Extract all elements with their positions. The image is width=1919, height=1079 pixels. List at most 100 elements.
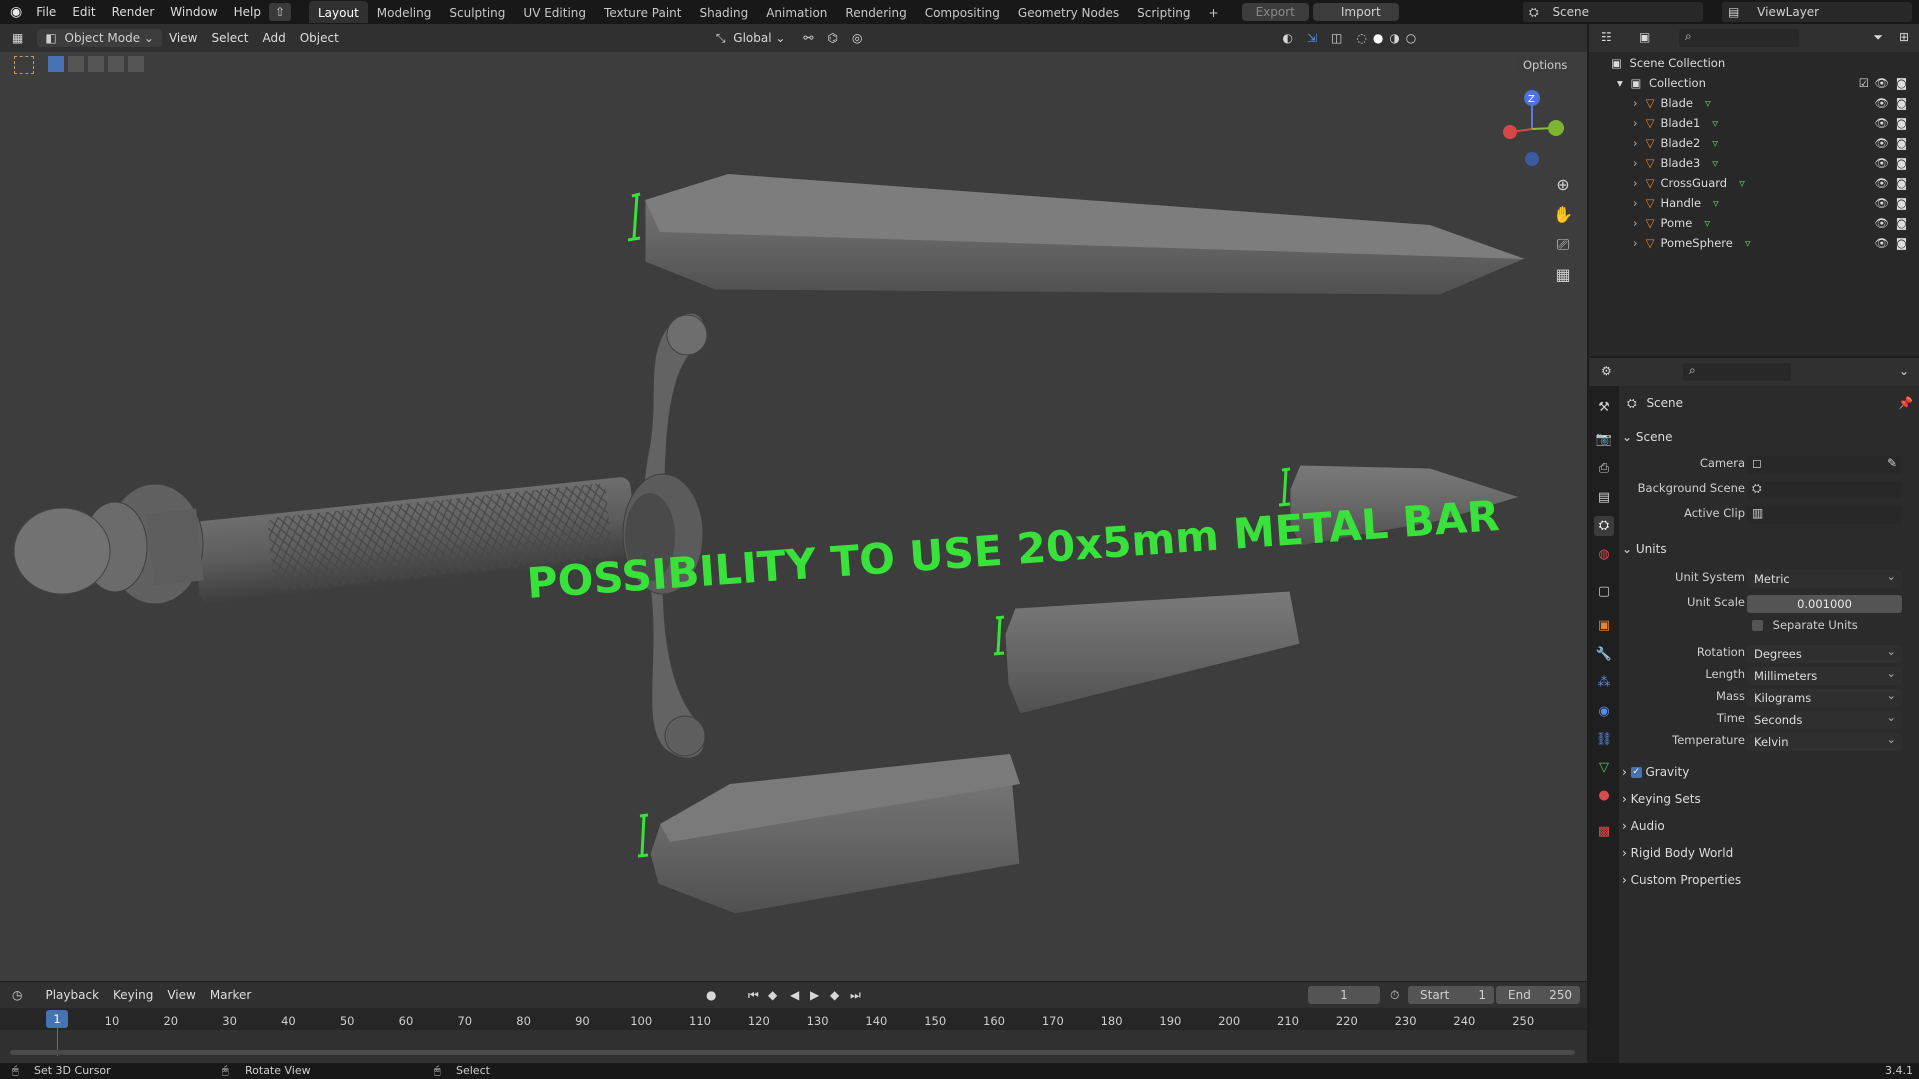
expand-arrow-icon[interactable]: ▾ <box>1617 76 1623 90</box>
visibility-eye-icon[interactable]: 👁 <box>1874 176 1889 190</box>
current-frame-field[interactable]: 1 <box>1308 986 1380 1004</box>
temperature-select[interactable]: Kelvin <box>1747 730 1902 751</box>
outliner-display-mode-icon[interactable]: ▣ <box>1639 30 1650 44</box>
tab-modifier-icon[interactable]: 🔧 <box>1594 645 1614 665</box>
blender-logo-icon[interactable]: ◉ <box>10 4 22 20</box>
gravity-checkbox[interactable]: ✓ <box>1630 767 1642 778</box>
outliner-object-row[interactable]: › ▽ PomeSphere ▿ 👁 ◙ <box>1633 236 1907 250</box>
visibility-eye-icon[interactable]: 👁 <box>1874 216 1889 230</box>
tab-layout[interactable]: Layout <box>308 1 368 23</box>
visibility-eye-icon[interactable]: 👁 <box>1874 196 1889 210</box>
tab-texture-icon[interactable]: ▩ <box>1594 822 1614 842</box>
timeline-scrollbar[interactable] <box>10 1050 1575 1055</box>
render-camera-icon[interactable]: ◙ <box>1896 136 1907 150</box>
tab-scripting[interactable]: Scripting <box>1128 1 1199 23</box>
pommel-sphere[interactable] <box>13 507 111 595</box>
tab-rendering[interactable]: Rendering <box>836 1 915 23</box>
outliner-object-row[interactable]: › ▽ Blade1 ▿ 👁 ◙ <box>1633 116 1907 130</box>
next-keyframe-icon[interactable]: ◆ <box>830 988 839 1002</box>
panel-gravity-header[interactable]: › ✓ Gravity <box>1622 761 1902 783</box>
jump-end-icon[interactable]: ⏭ <box>850 988 861 1003</box>
properties-editor-icon[interactable]: ⚙ <box>1601 364 1612 378</box>
scene-selector[interactable]: ⛭ Scene <box>1523 2 1703 22</box>
unit-system-select[interactable]: Metric <box>1747 567 1902 588</box>
render-camera-icon[interactable]: ◙ <box>1896 76 1907 90</box>
select-intersect-icon[interactable] <box>128 56 144 72</box>
material-shading-icon[interactable]: ◑ <box>1389 31 1399 45</box>
pin-icon[interactable]: 📌 <box>1898 396 1913 410</box>
end-frame-field[interactable]: End 250 <box>1496 986 1580 1004</box>
menu-render[interactable]: Render <box>104 0 163 24</box>
outliner-object-row[interactable]: › ▽ Blade2 ▿ 👁 ◙ <box>1633 136 1907 150</box>
time-select[interactable]: Seconds <box>1747 708 1902 729</box>
playhead[interactable]: 1 <box>46 1010 68 1028</box>
select-extend-icon[interactable] <box>68 56 84 72</box>
menu-view[interactable]: View <box>162 31 204 45</box>
select-box-icon[interactable] <box>14 56 34 74</box>
outliner-object-row[interactable]: › ▽ CrossGuard ▿ 👁 ◙ <box>1633 176 1907 190</box>
collection-checkbox[interactable]: ☑ <box>1859 76 1869 90</box>
properties-search-input[interactable]: ⌕ <box>1683 363 1791 381</box>
tab-render-icon[interactable]: 📷 <box>1594 430 1614 450</box>
menu-file[interactable]: File <box>28 0 64 24</box>
panel-rigid-body-world-header[interactable]: › Rigid Body World <box>1622 842 1902 864</box>
tab-animation[interactable]: Animation <box>757 1 836 23</box>
camera-field[interactable]: ◻ ✎ <box>1747 456 1902 474</box>
outliner-object-row[interactable]: › ▽ Blade3 ▿ 👁 ◙ <box>1633 156 1907 170</box>
navigation-gizmo[interactable]: Z <box>1503 90 1564 166</box>
tab-shading[interactable]: Shading <box>690 1 757 23</box>
outliner-object-row[interactable]: › ▽ Handle ▿ 👁 ◙ <box>1633 196 1907 210</box>
menu-help[interactable]: Help <box>226 0 269 24</box>
panel-custom-properties-header[interactable]: › Custom Properties <box>1622 869 1902 891</box>
viewport-overlays-icon[interactable]: ◐ <box>1282 31 1292 45</box>
timeline-menu-playback[interactable]: Playback <box>38 988 106 1002</box>
filter-icon[interactable]: ⏷ <box>1873 30 1883 45</box>
play-icon[interactable]: ▶ <box>810 988 819 1002</box>
tab-geometry-nodes[interactable]: Geometry Nodes <box>1009 1 1128 23</box>
outliner-editor-icon[interactable]: ☷ <box>1601 30 1612 44</box>
tab-uv-editing[interactable]: UV Editing <box>514 1 595 23</box>
rendered-shading-icon[interactable]: ○ <box>1406 31 1416 45</box>
render-camera-icon[interactable]: ◙ <box>1896 236 1907 250</box>
pan-hand-icon[interactable]: ✋ <box>1551 200 1575 230</box>
select-new-icon[interactable] <box>48 56 64 72</box>
expand-arrow-icon[interactable]: › <box>1633 156 1638 170</box>
timeline-editor-icon[interactable]: ◷ <box>12 988 22 1002</box>
outliner-object-row[interactable]: › ▽ Blade ▿ 👁 ◙ <box>1633 96 1907 110</box>
tab-material-icon[interactable]: ● <box>1594 786 1614 806</box>
visibility-eye-icon[interactable]: 👁 <box>1874 96 1889 110</box>
import-button[interactable]: Import <box>1312 3 1399 21</box>
snap-icon[interactable]: ⌬ <box>827 31 837 45</box>
prev-keyframe-icon[interactable]: ◆ <box>768 988 777 1002</box>
tab-scene-icon[interactable]: ⛭ <box>1594 516 1614 536</box>
visibility-eye-icon[interactable]: 👁 <box>1874 236 1889 250</box>
render-camera-icon[interactable]: ◙ <box>1896 156 1907 170</box>
zoom-icon[interactable]: ⊕ <box>1551 170 1575 200</box>
expand-arrow-icon[interactable]: › <box>1633 196 1638 210</box>
panel-scene-header[interactable]: ⌄ Scene <box>1622 426 1902 448</box>
expand-arrow-icon[interactable]: › <box>1633 116 1638 130</box>
record-icon[interactable]: ● <box>706 988 716 1002</box>
export-button[interactable]: Export <box>1241 3 1309 21</box>
tab-particles-icon[interactable]: ⁂ <box>1594 673 1614 693</box>
jump-start-icon[interactable]: ⏮ <box>748 988 759 1003</box>
panel-audio-header[interactable]: › Audio <box>1622 815 1902 837</box>
scene-collection-row[interactable]: ▣ Scene Collection <box>1611 56 1725 70</box>
tab-sculpting[interactable]: Sculpting <box>440 1 514 23</box>
perspective-grid-icon[interactable]: ▦ <box>1551 260 1575 290</box>
collection-row[interactable]: ▾ ▣ Collection ☑ 👁 ◙ <box>1617 76 1907 90</box>
options-button[interactable]: Options <box>1515 57 1576 73</box>
active-clip-field[interactable]: ▥ <box>1747 506 1902 524</box>
add-workspace-icon[interactable]: + <box>1200 1 1228 23</box>
start-frame-field[interactable]: Start 1 <box>1408 986 1494 1004</box>
tab-modeling[interactable]: Modeling <box>368 1 441 23</box>
timeline-menu-view[interactable]: View <box>160 988 202 1002</box>
new-collection-icon[interactable]: ⊞ <box>1899 30 1909 44</box>
tab-output-icon[interactable]: ⎙ <box>1594 459 1614 479</box>
menu-select[interactable]: Select <box>204 31 255 45</box>
unit-scale-field[interactable]: 0.001000 <box>1747 595 1902 613</box>
properties-options-icon[interactable]: ⌄ <box>1899 364 1909 378</box>
gizmo-toggle-icon[interactable]: ⇲ <box>1307 31 1317 45</box>
transform-orientation[interactable]: ⤡ Global ⌄ <box>716 31 786 46</box>
tab-texture-paint[interactable]: Texture Paint <box>595 1 690 23</box>
